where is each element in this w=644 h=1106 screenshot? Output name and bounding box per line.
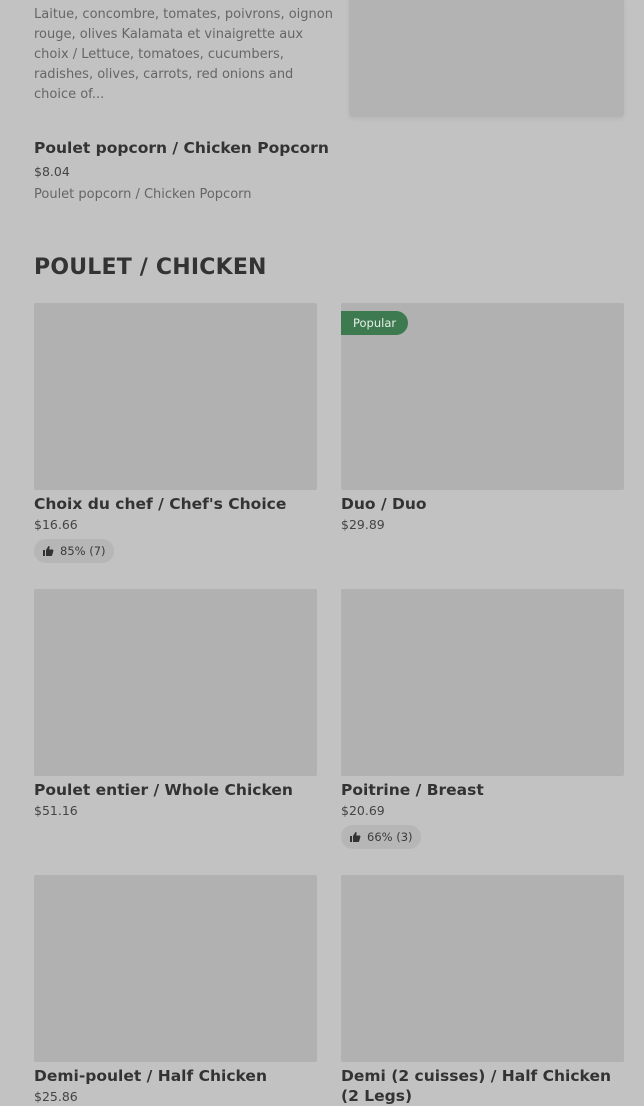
salad-description: Laitue, concombre, tomates, poivrons, oi… bbox=[34, 7, 333, 102]
card-price: $51.16 bbox=[34, 803, 78, 818]
item-title: Poulet popcorn / Chicken Popcorn bbox=[34, 139, 329, 157]
card-title: Demi (2 cuisses) / Half Chicken (2 Legs) bbox=[341, 1067, 612, 1105]
chicken-popcorn-item[interactable]: Poulet popcorn / Chicken Popcorn $8.04 P… bbox=[34, 138, 344, 204]
card-price: $20.69 bbox=[341, 803, 385, 818]
menu-card-whole-chicken[interactable]: Poulet entier / Whole Chicken $51.16 bbox=[34, 589, 317, 820]
card-title: Choix du chef / Chef's Choice bbox=[34, 495, 287, 513]
menu-card-half-chicken-legs[interactable]: Demi (2 cuisses) / Half Chicken (2 Legs) bbox=[341, 875, 624, 1106]
card-price: $29.89 bbox=[341, 517, 385, 532]
rating-badge: 85% (7) bbox=[34, 539, 114, 563]
thumbs-up-icon bbox=[43, 546, 54, 556]
card-title: Poulet entier / Whole Chicken bbox=[34, 781, 293, 799]
card-image bbox=[341, 875, 624, 1062]
item-price: $8.04 bbox=[34, 164, 70, 179]
card-title: Duo / Duo bbox=[341, 495, 427, 513]
card-image bbox=[341, 589, 624, 776]
rating-text: 85% (7) bbox=[60, 544, 106, 558]
menu-card-breast[interactable]: Poitrine / Breast $20.69 66% (3) bbox=[341, 589, 624, 849]
section-title: POULET / CHICKEN bbox=[34, 255, 267, 280]
card-price: $25.86 bbox=[34, 1089, 78, 1104]
card-image bbox=[34, 589, 317, 776]
menu-card-half-chicken[interactable]: Demi-poulet / Half Chicken $25.86 bbox=[34, 875, 317, 1106]
menu-page: Laitue, concombre, tomates, poivrons, oi… bbox=[0, 0, 644, 1106]
salad-image[interactable] bbox=[349, 0, 624, 117]
menu-card-chefs-choice[interactable]: Choix du chef / Chef's Choice $16.66 85%… bbox=[34, 303, 317, 563]
card-title: Poitrine / Breast bbox=[341, 781, 484, 799]
item-description: Poulet popcorn / Chicken Popcorn bbox=[34, 187, 252, 202]
thumbs-up-icon bbox=[350, 832, 361, 842]
salad-item[interactable]: Laitue, concombre, tomates, poivrons, oi… bbox=[34, 0, 334, 105]
rating-badge: 66% (3) bbox=[341, 825, 421, 849]
card-image bbox=[34, 303, 317, 490]
card-image bbox=[34, 875, 317, 1062]
card-title: Demi-poulet / Half Chicken bbox=[34, 1067, 267, 1085]
menu-card-duo[interactable]: Popular Duo / Duo $29.89 bbox=[341, 303, 624, 534]
card-price: $16.66 bbox=[34, 517, 78, 532]
popular-badge: Popular bbox=[341, 311, 409, 335]
card-image: Popular bbox=[341, 303, 624, 490]
rating-text: 66% (3) bbox=[367, 830, 413, 844]
